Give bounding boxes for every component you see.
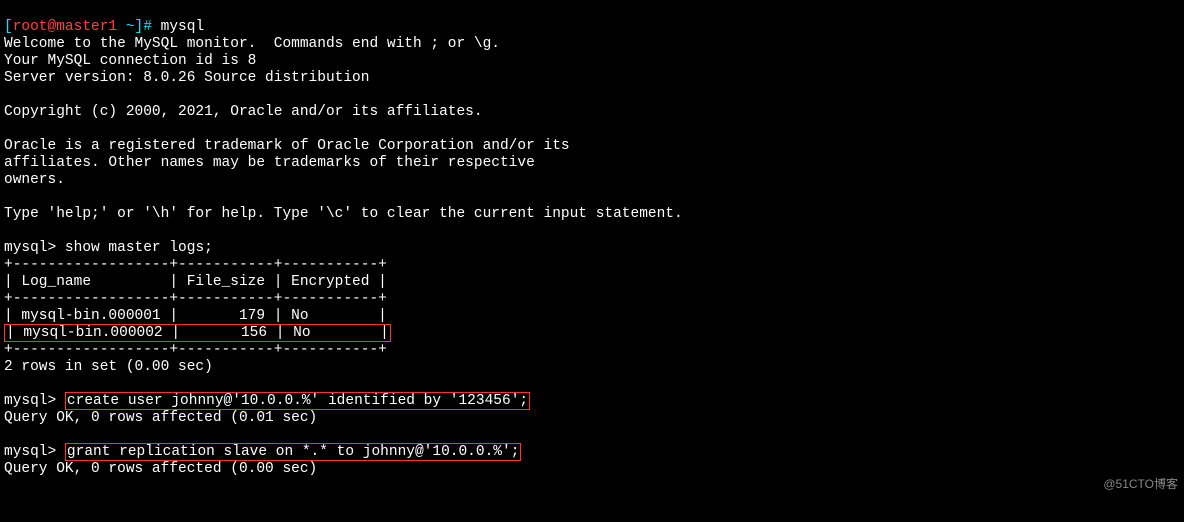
sql-command-highlighted: grant replication slave on *.* to johnny… <box>65 443 521 461</box>
mysql-prompt[interactable]: mysql> <box>4 393 65 409</box>
welcome-line: Type 'help;' or '\h' for help. Type '\c'… <box>4 206 683 222</box>
table-border: +------------------+-----------+--------… <box>4 342 387 358</box>
table-border: +------------------+-----------+--------… <box>4 257 387 273</box>
shell-command: mysql <box>161 19 205 35</box>
welcome-line: Copyright (c) 2000, 2021, Oracle and/or … <box>4 104 483 120</box>
welcome-line: owners. <box>4 172 65 188</box>
welcome-line: Your MySQL connection id is 8 <box>4 53 256 69</box>
welcome-line: affiliates. Other names may be trademark… <box>4 155 535 171</box>
table-border: +------------------+-----------+--------… <box>4 291 387 307</box>
sql-command-highlighted: create user johnny@'10.0.0.%' identified… <box>65 392 530 410</box>
table-row: | mysql-bin.000001 | 179 | No | <box>4 308 387 324</box>
welcome-line: Oracle is a registered trademark of Orac… <box>4 138 570 154</box>
query-result: Query OK, 0 rows affected (0.01 sec) <box>4 410 317 426</box>
query-result: Query OK, 0 rows affected (0.00 sec) <box>4 461 317 477</box>
table-row-highlighted: | mysql-bin.000002 | 156 | No | <box>4 324 391 342</box>
shell-prompt: [root@master1 ~]# <box>4 19 161 35</box>
mysql-prompt[interactable]: mysql> <box>4 444 65 460</box>
welcome-line: Server version: 8.0.26 Source distributi… <box>4 70 369 86</box>
watermark: @51CTO博客 <box>1103 476 1178 493</box>
sql-command: show master logs; <box>65 240 213 256</box>
mysql-prompt[interactable]: mysql> <box>4 240 65 256</box>
table-header: | Log_name | File_size | Encrypted | <box>4 274 387 290</box>
welcome-line: Welcome to the MySQL monitor. Commands e… <box>4 36 500 52</box>
result-summary: 2 rows in set (0.00 sec) <box>4 359 213 375</box>
terminal-output: [root@master1 ~]# mysql Welcome to the M… <box>0 0 1184 497</box>
